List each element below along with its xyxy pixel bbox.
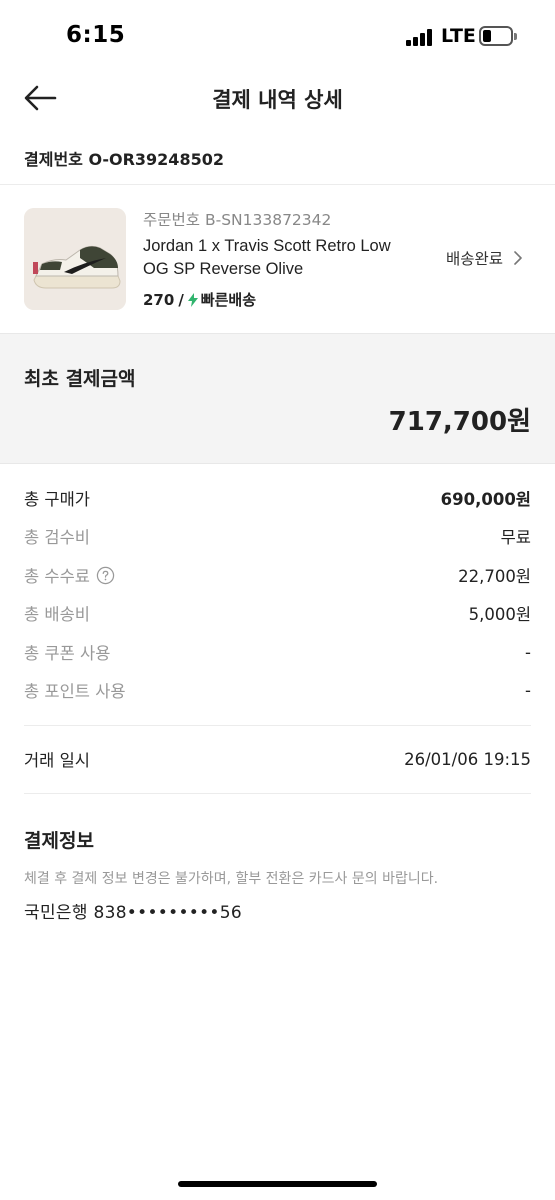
product-image[interactable] (24, 208, 126, 310)
row-label: 총 쿠폰 사용 (24, 644, 111, 663)
order-number: 주문번호 B-SN133872342 (143, 211, 332, 229)
total-payment-amount: 717,700원 (388, 407, 531, 437)
row-value: 5,000원 (468, 605, 531, 624)
meta-separator: / (178, 290, 184, 309)
payment-account: 국민은행 838•••••••••56 (24, 903, 242, 923)
total-payment-section: 최초 결제금액 717,700원 (0, 333, 555, 464)
nav-header: 결제 내역 상세 (0, 72, 555, 126)
network-label: LTE (441, 25, 476, 47)
status-time: 6:15 (66, 22, 126, 48)
row-value: - (525, 680, 531, 700)
product-name[interactable]: Jordan 1 x Travis Scott Retro Low OG SP … (143, 235, 413, 281)
delivery-status-link[interactable]: 배송완료 (446, 247, 525, 269)
transaction-date-label: 거래 일시 (24, 751, 90, 770)
divider (24, 725, 531, 726)
breakdown-row-purchase: 총 구매가 690,000원 (24, 483, 531, 513)
transaction-date-row: 거래 일시 26/01/06 19:15 (24, 744, 531, 774)
payment-info-note: 체결 후 결제 정보 변경은 불가하며, 할부 전환은 카드사 문의 바랍니다. (24, 871, 439, 887)
row-value: 22,700원 (458, 567, 531, 586)
delivery-status: 배송완료 (446, 250, 504, 268)
signal-icon (406, 28, 436, 46)
divider (0, 184, 555, 185)
row-label: 총 포인트 사용 (24, 682, 126, 701)
divider (24, 793, 531, 794)
shipping-type: 빠른배송 (200, 291, 256, 309)
row-label: 총 구매가 (24, 490, 90, 509)
status-bar: 6:15 LTE (0, 0, 555, 72)
transaction-date-value: 26/01/06 19:15 (404, 749, 531, 769)
breakdown-row-fee: 총 수수료 22,700원 (24, 560, 531, 590)
chevron-right-icon (514, 251, 522, 265)
row-label: 총 검수비 (24, 528, 90, 547)
page-title: 결제 내역 상세 (212, 88, 343, 112)
lightning-bolt-icon (187, 292, 198, 307)
home-indicator[interactable] (178, 1181, 377, 1187)
breakdown-row-inspection: 총 검수비 무료 (24, 521, 531, 551)
row-label-wrap: 총 수수료 (24, 563, 115, 587)
row-value: - (525, 642, 531, 662)
total-payment-label: 최초 결제금액 (24, 368, 136, 390)
battery-icon (479, 26, 517, 46)
row-label: 총 배송비 (24, 605, 90, 624)
product-meta: 270 / 빠른배송 (143, 289, 256, 310)
row-value: 690,000원 (440, 490, 531, 509)
payment-number: 결제번호 O-OR39248502 (24, 150, 224, 169)
payment-info-title: 결제정보 (24, 830, 94, 852)
breakdown-row-coupon: 총 쿠폰 사용 - (24, 637, 531, 667)
product-size: 270 (143, 290, 175, 309)
row-label: 총 수수료 (24, 567, 90, 586)
breakdown-row-points: 총 포인트 사용 - (24, 675, 531, 705)
help-circle-icon[interactable] (96, 566, 115, 585)
breakdown-row-shipping: 총 배송비 5,000원 (24, 598, 531, 628)
row-value: 무료 (500, 528, 531, 547)
